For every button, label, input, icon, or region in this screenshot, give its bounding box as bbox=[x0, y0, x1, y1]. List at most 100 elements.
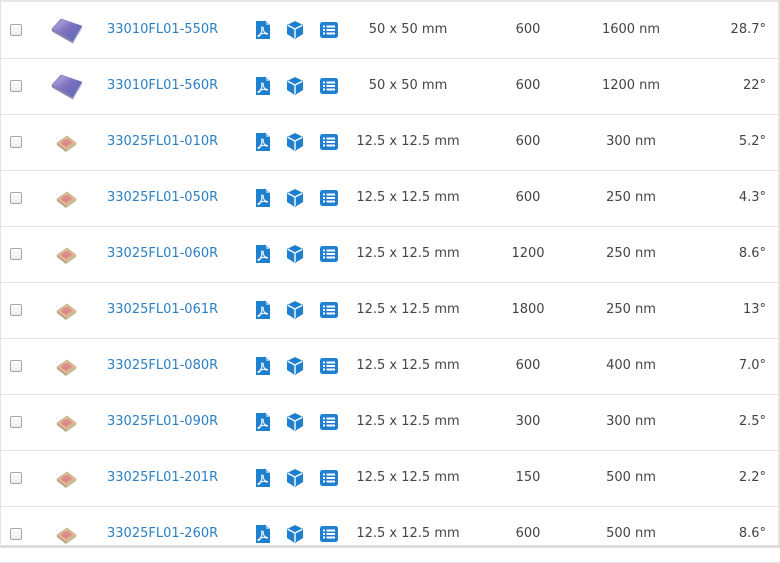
table-top-border bbox=[0, 0, 780, 2]
groove-density-cell: 600 bbox=[515, 22, 541, 37]
part-number-link[interactable]: 33010FL01-550R bbox=[107, 22, 218, 37]
list-icon[interactable] bbox=[319, 76, 339, 96]
pdf-icon[interactable] bbox=[253, 412, 273, 432]
blaze-wavelength-cell: 1200 nm bbox=[601, 78, 661, 93]
blaze-wavelength-cell: 250 nm bbox=[606, 302, 656, 317]
table-row: 33025FL01-050R 12.5 x 12.5 mm 600 250 nm… bbox=[0, 171, 780, 227]
list-icon[interactable] bbox=[319, 20, 339, 40]
row-checkbox[interactable] bbox=[10, 304, 22, 316]
list-icon[interactable] bbox=[319, 132, 339, 152]
row-checkbox[interactable] bbox=[10, 24, 22, 36]
blaze-wavelength-cell: 300 nm bbox=[606, 414, 656, 429]
row-checkbox[interactable] bbox=[10, 136, 22, 148]
table-row: 33010FL01-550R 50 x 50 mm 600 1600 nm 28… bbox=[0, 3, 780, 59]
part-number-link[interactable]: 33025FL01-050R bbox=[107, 190, 218, 205]
pdf-icon[interactable] bbox=[253, 300, 273, 320]
dimensions-cell: 12.5 x 12.5 mm bbox=[356, 414, 460, 429]
pdf-icon[interactable] bbox=[253, 244, 273, 264]
grating-thumbnail bbox=[56, 415, 77, 432]
blaze-wavelength-cell: 250 nm bbox=[606, 246, 656, 261]
blaze-angle-cell: 13° bbox=[742, 302, 766, 317]
blaze-angle-cell: 2.5° bbox=[738, 414, 766, 429]
part-number-link[interactable]: 33025FL01-080R bbox=[107, 358, 218, 373]
cube-icon[interactable] bbox=[285, 300, 305, 320]
list-icon[interactable] bbox=[319, 356, 339, 376]
blaze-wavelength-cell: 400 nm bbox=[606, 358, 656, 373]
groove-density-cell: 1200 bbox=[511, 246, 545, 261]
part-number-link[interactable]: 33025FL01-260R bbox=[107, 526, 218, 541]
grating-thumbnail bbox=[56, 471, 77, 488]
groove-density-cell: 600 bbox=[515, 358, 541, 373]
table-row: 33025FL01-080R 12.5 x 12.5 mm 600 400 nm… bbox=[0, 339, 780, 395]
row-checkbox[interactable] bbox=[10, 416, 22, 428]
dimensions-cell: 12.5 x 12.5 mm bbox=[356, 134, 460, 149]
blaze-angle-cell: 4.3° bbox=[738, 190, 766, 205]
dimensions-cell: 50 x 50 mm bbox=[368, 22, 448, 37]
grating-thumbnail bbox=[56, 303, 77, 320]
pdf-icon[interactable] bbox=[253, 132, 273, 152]
part-number-link[interactable]: 33025FL01-061R bbox=[107, 302, 218, 317]
blaze-wavelength-cell: 500 nm bbox=[606, 526, 656, 541]
table-row: 33010FL01-560R 50 x 50 mm 600 1200 nm 22… bbox=[0, 59, 780, 115]
groove-density-cell: 600 bbox=[515, 78, 541, 93]
row-checkbox[interactable] bbox=[10, 360, 22, 372]
list-icon[interactable] bbox=[319, 524, 339, 544]
list-icon[interactable] bbox=[319, 244, 339, 264]
list-icon[interactable] bbox=[319, 468, 339, 488]
grating-thumbnail bbox=[56, 359, 77, 376]
table-row: 33025FL01-201R 12.5 x 12.5 mm 150 500 nm… bbox=[0, 451, 780, 507]
table-row: 33025FL01-061R 12.5 x 12.5 mm 1800 250 n… bbox=[0, 283, 780, 339]
dimensions-cell: 12.5 x 12.5 mm bbox=[356, 526, 460, 541]
pdf-icon[interactable] bbox=[253, 468, 273, 488]
blaze-wavelength-cell: 1600 nm bbox=[601, 22, 661, 37]
cube-icon[interactable] bbox=[285, 244, 305, 264]
table-row: 33025FL01-060R 12.5 x 12.5 mm 1200 250 n… bbox=[0, 227, 780, 283]
row-checkbox[interactable] bbox=[10, 472, 22, 484]
cube-icon[interactable] bbox=[285, 76, 305, 96]
grating-thumbnail bbox=[56, 191, 77, 208]
groove-density-cell: 1800 bbox=[511, 302, 545, 317]
cube-icon[interactable] bbox=[285, 356, 305, 376]
part-number-link[interactable]: 33025FL01-010R bbox=[107, 134, 218, 149]
part-number-link[interactable]: 33025FL01-090R bbox=[107, 414, 218, 429]
pdf-icon[interactable] bbox=[253, 524, 273, 544]
cube-icon[interactable] bbox=[285, 188, 305, 208]
grating-thumbnail bbox=[51, 74, 83, 100]
groove-density-cell: 600 bbox=[515, 134, 541, 149]
part-number-link[interactable]: 33010FL01-560R bbox=[107, 78, 218, 93]
grating-thumbnail bbox=[51, 18, 83, 44]
groove-density-cell: 150 bbox=[515, 470, 541, 485]
cube-icon[interactable] bbox=[285, 468, 305, 488]
blaze-angle-cell: 2.2° bbox=[738, 470, 766, 485]
row-checkbox[interactable] bbox=[10, 248, 22, 260]
cube-icon[interactable] bbox=[285, 20, 305, 40]
part-number-link[interactable]: 33025FL01-201R bbox=[107, 470, 218, 485]
pdf-icon[interactable] bbox=[253, 188, 273, 208]
cube-icon[interactable] bbox=[285, 412, 305, 432]
grating-thumbnail bbox=[56, 135, 77, 152]
blaze-wavelength-cell: 500 nm bbox=[606, 470, 656, 485]
row-checkbox[interactable] bbox=[10, 192, 22, 204]
pdf-icon[interactable] bbox=[253, 356, 273, 376]
dimensions-cell: 12.5 x 12.5 mm bbox=[356, 302, 460, 317]
row-checkbox[interactable] bbox=[10, 80, 22, 92]
product-table: 33010FL01-550R 50 x 50 mm 600 1600 nm 28… bbox=[0, 3, 780, 563]
list-icon[interactable] bbox=[319, 300, 339, 320]
pdf-icon[interactable] bbox=[253, 76, 273, 96]
blaze-angle-cell: 7.0° bbox=[738, 358, 766, 373]
blaze-wavelength-cell: 250 nm bbox=[606, 190, 656, 205]
cube-icon[interactable] bbox=[285, 132, 305, 152]
list-icon[interactable] bbox=[319, 188, 339, 208]
blaze-angle-cell: 22° bbox=[742, 78, 766, 93]
cube-icon[interactable] bbox=[285, 524, 305, 544]
dimensions-cell: 50 x 50 mm bbox=[368, 78, 448, 93]
groove-density-cell: 600 bbox=[515, 526, 541, 541]
part-number-link[interactable]: 33025FL01-060R bbox=[107, 246, 218, 261]
blaze-angle-cell: 5.2° bbox=[738, 134, 766, 149]
list-icon[interactable] bbox=[319, 412, 339, 432]
row-checkbox[interactable] bbox=[10, 528, 22, 540]
dimensions-cell: 12.5 x 12.5 mm bbox=[356, 246, 460, 261]
dimensions-cell: 12.5 x 12.5 mm bbox=[356, 358, 460, 373]
pdf-icon[interactable] bbox=[253, 20, 273, 40]
dimensions-cell: 12.5 x 12.5 mm bbox=[356, 470, 460, 485]
